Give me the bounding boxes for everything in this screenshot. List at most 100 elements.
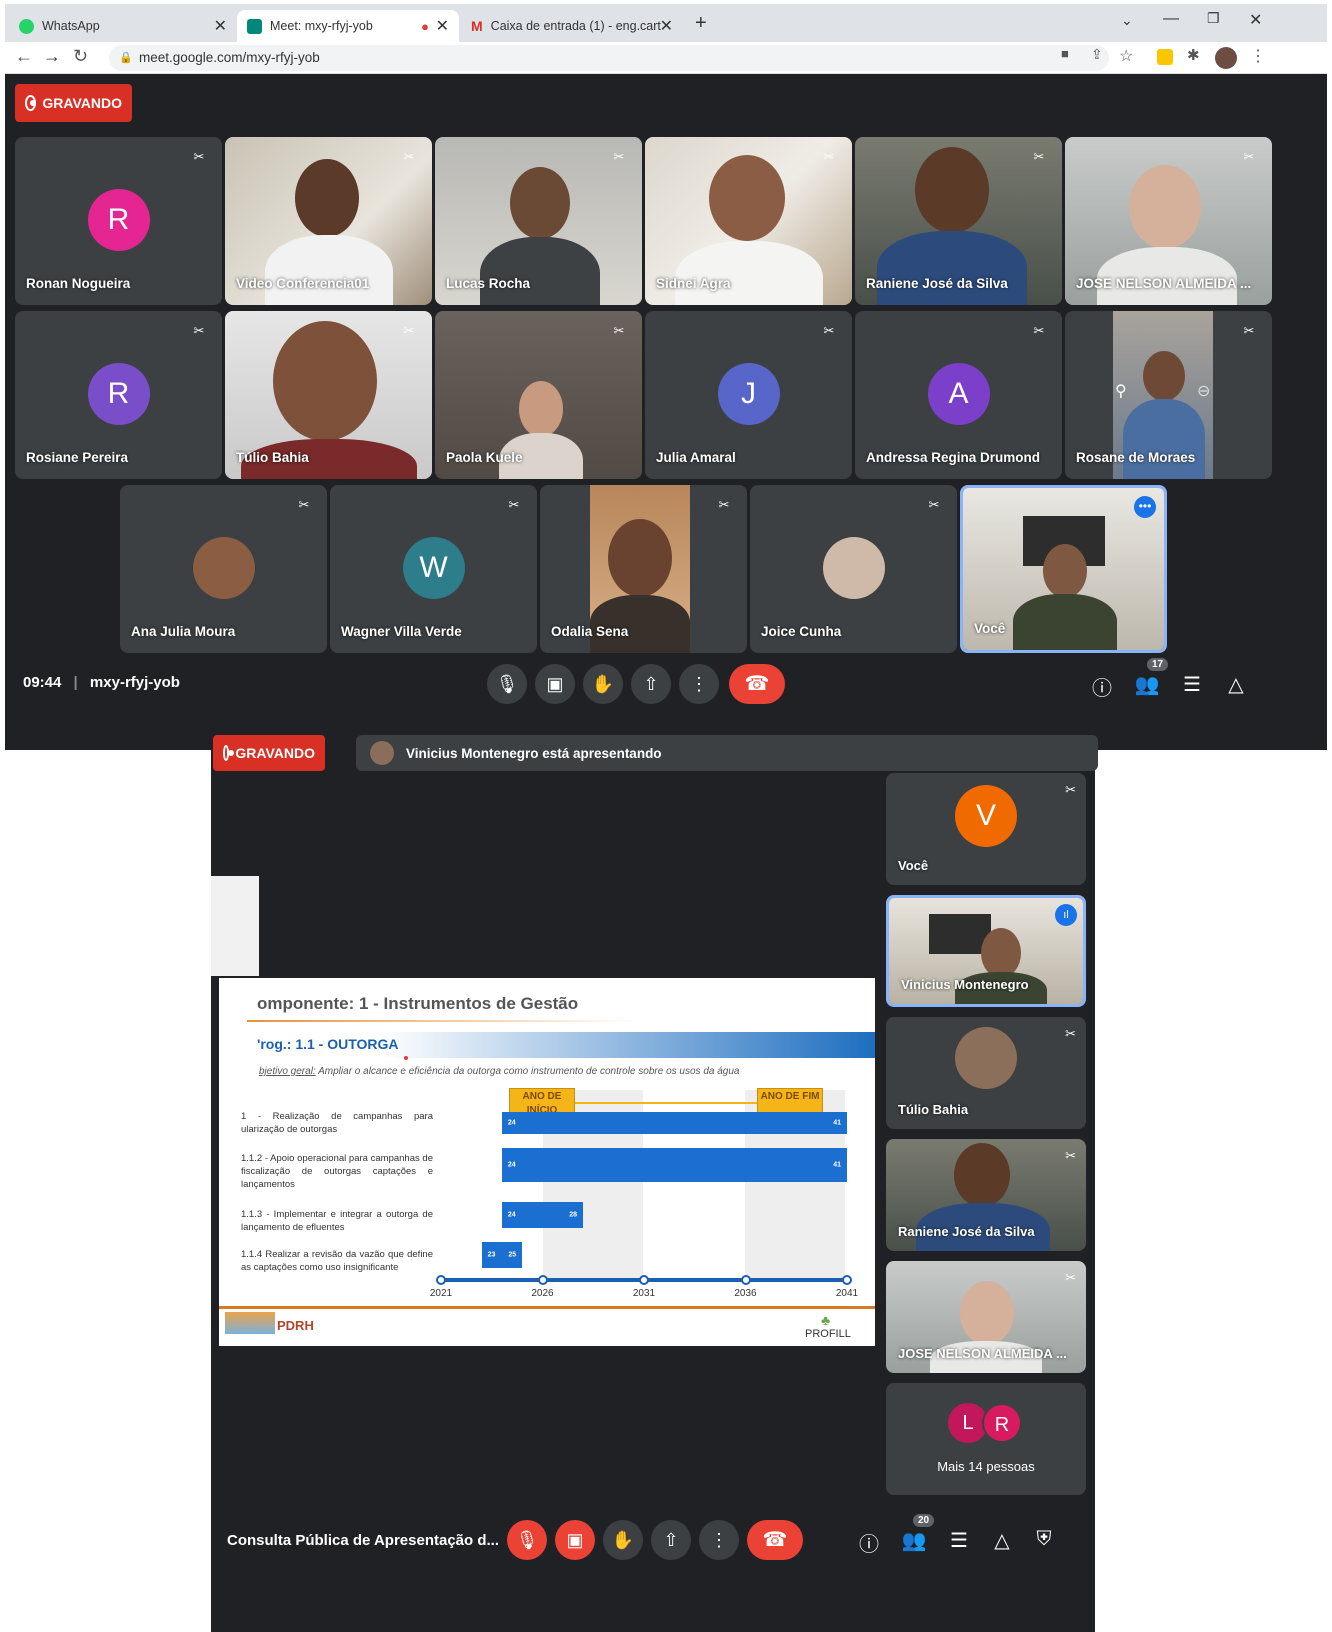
- leave-call-button[interactable]: ☎: [747, 1520, 803, 1560]
- forward-icon[interactable]: →: [43, 46, 61, 67]
- participant-tile[interactable]: ✂ Lucas Rocha: [435, 137, 642, 305]
- share-icon[interactable]: ⇪: [1091, 46, 1103, 63]
- participant-tile[interactable]: ✂ Ana Julia Moura: [120, 485, 327, 653]
- participant-tile[interactable]: ⚲ ⊖ ✂ Rosane de Moraes: [1065, 311, 1272, 479]
- tab-whatsapp[interactable]: WhatsApp ✕: [9, 10, 237, 42]
- more-people-tile[interactable]: L R Mais 14 pessoas: [886, 1383, 1086, 1495]
- sidebar-tile-self[interactable]: V ✂ Você: [886, 773, 1086, 885]
- sidebar-tile[interactable]: ✂ JOSE NELSON ALMEIDA ...: [886, 1261, 1086, 1373]
- participant-count-badge: 20: [913, 1514, 935, 1527]
- participant-tile[interactable]: ✂ Joice Cunha: [750, 485, 957, 653]
- close-tab-icon[interactable]: ✕: [660, 16, 673, 36]
- participant-name: Túlio Bahia: [236, 450, 309, 465]
- participant-name: JOSE NELSON ALMEIDA ...: [898, 1346, 1067, 1361]
- mic-off-icon: ✂: [298, 497, 310, 512]
- chat-icon[interactable]: ☰: [1177, 672, 1207, 697]
- new-tab-icon[interactable]: +: [695, 12, 707, 35]
- more-icon: ⋮: [710, 1530, 728, 1550]
- person-head: [510, 167, 570, 239]
- raise-hand-button[interactable]: ✋: [603, 1520, 643, 1560]
- timeline-dot: [436, 1275, 446, 1285]
- slide-panel-edge: [211, 876, 259, 976]
- camera-icon: ▣: [546, 674, 564, 694]
- record-icon: [223, 745, 235, 761]
- person-body: [1013, 594, 1117, 650]
- participant-tile[interactable]: A ✂ Andressa Regina Drumond: [855, 311, 1062, 479]
- leave-call-button[interactable]: ☎: [729, 664, 785, 704]
- close-tab-icon[interactable]: ✕: [214, 16, 227, 36]
- sidebar-tile[interactable]: ✂ Túlio Bahia: [886, 1017, 1086, 1129]
- mic-off-icon: ✂: [193, 323, 205, 338]
- bookmark-star-icon[interactable]: ☆: [1119, 46, 1133, 66]
- people-icon[interactable]: 👥: [899, 1528, 929, 1553]
- mic-button[interactable]: 🎙: [507, 1520, 547, 1560]
- browser-tab-bar: WhatsApp ✕ Meet: mxy-rfyj-yob ● ✕ M Caix…: [5, 4, 1327, 42]
- mic-off-icon: ✂: [1033, 323, 1045, 338]
- extension-icon[interactable]: [1157, 49, 1173, 65]
- close-window-icon[interactable]: ✕: [1249, 10, 1262, 30]
- profile-avatar[interactable]: [1215, 47, 1237, 69]
- camera-icon[interactable]: ■: [1061, 46, 1069, 61]
- participant-tile[interactable]: ✂ Paola Kuele: [435, 311, 642, 479]
- present-button[interactable]: ⇧: [631, 664, 671, 704]
- more-options-icon[interactable]: •••: [1134, 496, 1156, 518]
- remove-icon[interactable]: ⊖: [1197, 381, 1210, 401]
- participant-tile[interactable]: ✂ Sidnei Agra: [645, 137, 852, 305]
- participant-tile[interactable]: ✂ JOSE NELSON ALMEIDA ...: [1065, 137, 1272, 305]
- minimize-icon[interactable]: —: [1163, 10, 1179, 28]
- participant-tile[interactable]: R ✂ Rosiane Pereira: [15, 311, 222, 479]
- info-icon[interactable]: ⓘ: [854, 1528, 884, 1557]
- participant-tile[interactable]: ✂ Odalia Sena: [540, 485, 747, 653]
- camera-button[interactable]: ▣: [535, 664, 575, 704]
- person-head: [273, 321, 377, 441]
- url-input[interactable]: 🔒 meet.google.com/mxy-rfyj-yob: [109, 45, 1109, 71]
- chat-icon[interactable]: ☰: [944, 1528, 974, 1553]
- self-tile[interactable]: ••• Você: [960, 485, 1167, 653]
- close-tab-icon[interactable]: ✕: [436, 16, 449, 36]
- activities-icon[interactable]: △: [1221, 672, 1251, 697]
- person-body: [675, 241, 823, 305]
- restore-icon[interactable]: ❐: [1207, 10, 1220, 27]
- participant-tile[interactable]: J ✂ Julia Amaral: [645, 311, 852, 479]
- mic-off-icon: ✂: [823, 149, 835, 164]
- present-button[interactable]: ⇧: [651, 1520, 691, 1560]
- more-button[interactable]: ⋮: [679, 664, 719, 704]
- tab-search-icon[interactable]: ⌄: [1121, 12, 1133, 29]
- participant-name: Joice Cunha: [761, 624, 842, 639]
- participant-tile[interactable]: ✂ Túlio Bahia: [225, 311, 432, 479]
- more-button[interactable]: ⋮: [699, 1520, 739, 1560]
- camera-button[interactable]: ▣: [555, 1520, 595, 1560]
- avatar: A: [927, 363, 990, 425]
- participant-tile[interactable]: ✂ Raniene José da Silva: [855, 137, 1062, 305]
- reload-icon[interactable]: ↻: [73, 46, 88, 67]
- sidebar-tile-presenter[interactable]: ıl Vinicius Montenegro: [886, 895, 1086, 1007]
- person-head: [954, 1143, 1010, 1207]
- mic-off-icon: ✂: [1243, 323, 1255, 338]
- host-controls-icon[interactable]: ⛨: [1029, 1528, 1059, 1551]
- raise-hand-button[interactable]: ✋: [583, 664, 623, 704]
- tab-meet[interactable]: Meet: mxy-rfyj-yob ● ✕: [237, 10, 459, 42]
- participant-name: Ronan Nogueira: [26, 276, 131, 291]
- participant-tile[interactable]: ✂ Video Conferencia01: [225, 137, 432, 305]
- timeline-dot: [740, 1275, 751, 1285]
- meeting-info: 09:44 | mxy-rfyj-yob: [23, 674, 180, 691]
- participant-tile[interactable]: R ✂ Ronan Nogueira: [15, 137, 222, 305]
- mic-off-icon: ✂: [1065, 1026, 1076, 1041]
- pin-icon[interactable]: ⚲: [1115, 381, 1127, 401]
- sidebar-tile[interactable]: ✂ Raniene José da Silva: [886, 1139, 1086, 1251]
- menu-icon[interactable]: ⋮: [1250, 46, 1266, 66]
- participant-tile[interactable]: W ✂ Wagner Villa Verde: [330, 485, 537, 653]
- people-icon[interactable]: 👥: [1132, 672, 1162, 697]
- mic-button[interactable]: 🎙: [487, 664, 527, 704]
- puzzle-icon[interactable]: ✱: [1187, 46, 1200, 64]
- back-icon[interactable]: ←: [15, 46, 33, 67]
- speaking-icon: ıl: [1055, 904, 1077, 926]
- info-icon[interactable]: ⓘ: [1087, 672, 1117, 701]
- mic-off-icon: ✂: [1065, 1270, 1076, 1285]
- meet-window: GRAVANDO R ✂ Ronan Nogueira ✂ Video Conf…: [5, 74, 1327, 750]
- avatar-photo: [192, 537, 255, 599]
- year-label: 2021: [429, 1288, 453, 1299]
- participant-name: Ana Julia Moura: [131, 624, 236, 639]
- activities-icon[interactable]: △: [987, 1528, 1017, 1553]
- tab-gmail[interactable]: M Caixa de entrada (1) - eng.cart.m ✕: [461, 10, 683, 42]
